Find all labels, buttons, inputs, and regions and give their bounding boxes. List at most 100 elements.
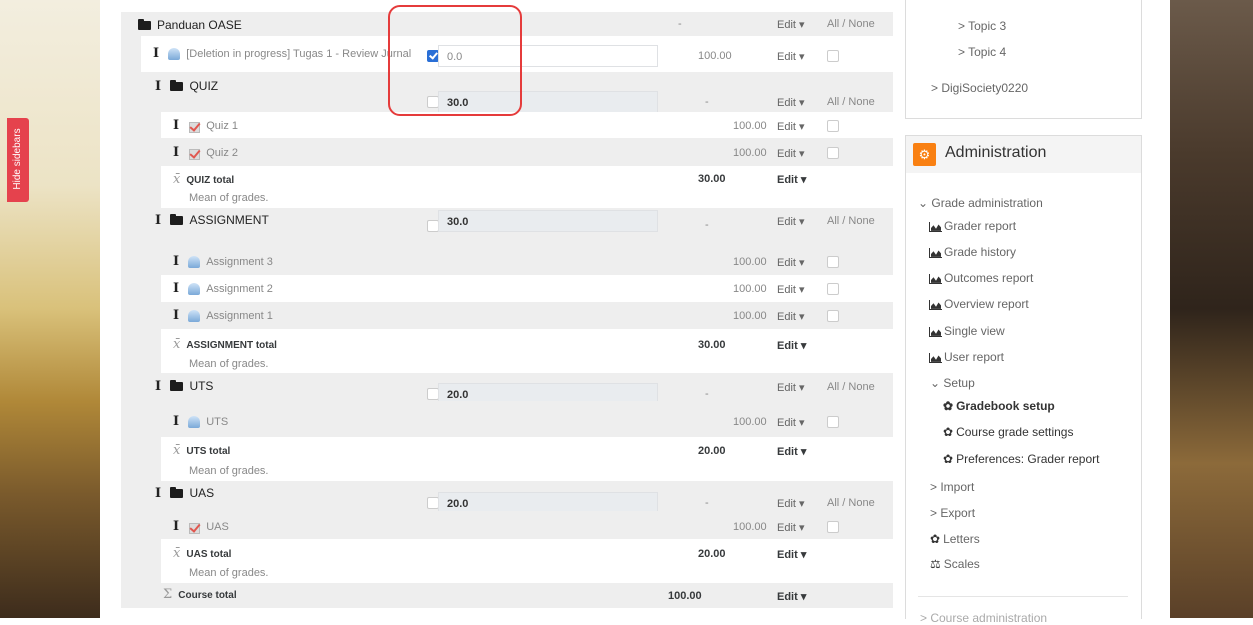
item-edit-menu[interactable]: Edit ▾: [777, 50, 805, 63]
item-edit-menu[interactable]: Edit ▾: [777, 283, 805, 296]
outcomes-report-label: Outcomes report: [944, 271, 1034, 285]
course-all-none-link[interactable]: All / None: [827, 18, 875, 30]
category-all-none-link[interactable]: All / None: [827, 381, 875, 393]
nav-course-grade-settings[interactable]: ✿ Course grade settings: [943, 425, 1073, 439]
quiz-icon: [188, 521, 201, 535]
move-icon[interactable]: I: [173, 308, 179, 323]
gear-icon: ✿: [943, 425, 954, 439]
total-edit-menu[interactable]: Edit ▾: [777, 339, 806, 352]
select-checkbox[interactable]: [827, 521, 839, 533]
nav-export[interactable]: > Export: [930, 506, 975, 520]
total-range: 20.00: [698, 548, 726, 560]
item-edit-menu[interactable]: Edit ▾: [777, 120, 805, 133]
item-name[interactable]: [Deletion in progress] Tugas 1 - Review …: [186, 48, 411, 60]
course-total-row: Σ Course total 100.00 Edit ▾: [121, 583, 893, 608]
item-edit-menu[interactable]: Edit ▾: [777, 256, 805, 269]
report-icon: [929, 247, 942, 258]
nav-overview-report[interactable]: Overview report: [929, 297, 1029, 311]
category-all-none-link[interactable]: All / None: [827, 497, 875, 509]
select-checkbox[interactable]: [827, 283, 839, 295]
move-icon[interactable]: I: [173, 145, 179, 160]
nav-course-administration[interactable]: > Course administration: [920, 611, 1047, 625]
nav-grade-administration[interactable]: ⌄ Grade administration: [918, 196, 1043, 210]
category-edit-menu[interactable]: Edit ▾: [777, 215, 805, 228]
select-checkbox[interactable]: [827, 120, 839, 132]
item-edit-menu[interactable]: Edit ▾: [777, 521, 805, 534]
nav-digisociety[interactable]: > DigiSociety0220: [931, 81, 1028, 95]
nav-letters[interactable]: ✿ Letters: [930, 532, 980, 546]
nav-user-report[interactable]: User report: [929, 350, 1004, 364]
item-name[interactable]: Quiz 1: [206, 120, 238, 132]
item-name[interactable]: Assignment 3: [206, 256, 273, 268]
nav-gradebook-setup[interactable]: ✿ Gradebook setup: [943, 399, 1055, 413]
item-edit-menu[interactable]: Edit ▾: [777, 147, 805, 160]
table-row: I Quiz 2 100.00 Edit ▾: [121, 138, 893, 166]
hide-sidebars-button[interactable]: Hide sidebars: [7, 118, 29, 202]
item-name[interactable]: UTS: [206, 416, 228, 428]
item-edit-menu[interactable]: Edit ▾: [777, 416, 805, 429]
preferences-label: Preferences: Grader report: [956, 452, 1100, 466]
category-edit-menu[interactable]: Edit ▾: [777, 96, 805, 109]
select-checkbox[interactable]: [827, 147, 839, 159]
item-name[interactable]: UAS: [206, 521, 229, 533]
nav-single-view[interactable]: Single view: [929, 324, 1005, 338]
course-total-name: Course total: [178, 590, 237, 601]
assignment-icon: [168, 48, 181, 61]
background-left: [0, 0, 100, 618]
total-edit-menu[interactable]: Edit ▾: [777, 173, 806, 186]
category-edit-menu[interactable]: Edit ▾: [777, 381, 805, 394]
move-icon[interactable]: I: [153, 46, 159, 61]
move-icon[interactable]: I: [173, 118, 179, 133]
move-icon[interactable]: I: [155, 79, 161, 94]
move-icon[interactable]: I: [173, 281, 179, 296]
total-description: Mean of grades.: [189, 192, 269, 204]
category-name: UAS: [189, 486, 215, 500]
item-name[interactable]: Quiz 2: [206, 147, 238, 159]
move-icon[interactable]: I: [155, 486, 161, 501]
administration-icon: ⚙: [913, 143, 936, 166]
category-range: -: [705, 388, 709, 400]
course-grade-settings-label: Course grade settings: [956, 425, 1074, 439]
nav-outcomes-report[interactable]: Outcomes report: [929, 271, 1033, 285]
nav-scales[interactable]: ⚖ Scales: [930, 557, 980, 571]
assignment-category-row: I ASSIGNMENT 30.0 - Edit ▾ All / None: [121, 208, 893, 248]
category-all-none-link[interactable]: All / None: [827, 96, 875, 108]
assignment-icon: [188, 256, 201, 269]
folder-icon: [170, 80, 184, 92]
total-description: Mean of grades.: [189, 567, 269, 579]
setup-label: Setup: [943, 376, 975, 390]
nav-topic-4[interactable]: > Topic 4: [958, 45, 1006, 59]
category-edit-menu[interactable]: Edit ▾: [777, 497, 805, 510]
item-name[interactable]: Assignment 1: [206, 310, 273, 322]
category-range: -: [705, 497, 709, 509]
nav-import[interactable]: > Import: [930, 480, 974, 494]
total-edit-menu[interactable]: Edit ▾: [777, 548, 806, 561]
report-icon: [929, 273, 942, 284]
move-icon[interactable]: I: [173, 519, 179, 534]
nav-grader-report[interactable]: Grader report: [929, 219, 1016, 233]
nav-topic-3[interactable]: > Topic 3: [958, 19, 1006, 33]
select-checkbox[interactable]: [827, 50, 839, 62]
move-icon[interactable]: I: [173, 414, 179, 429]
item-edit-menu[interactable]: Edit ▾: [777, 310, 805, 323]
move-icon[interactable]: I: [173, 254, 179, 269]
move-icon[interactable]: I: [155, 379, 161, 394]
category-all-none-link[interactable]: All / None: [827, 215, 875, 227]
total-name: QUIZ total: [186, 175, 235, 186]
nav-setup[interactable]: ⌄ Setup: [930, 376, 975, 390]
category-range: -: [705, 219, 709, 231]
select-checkbox[interactable]: [827, 256, 839, 268]
weight-input[interactable]: 30.0: [438, 210, 658, 232]
total-edit-menu[interactable]: Edit ▾: [777, 445, 806, 458]
course-total-edit-menu[interactable]: Edit ▾: [777, 590, 806, 603]
item-name[interactable]: Assignment 2: [206, 283, 273, 295]
select-checkbox[interactable]: [827, 310, 839, 322]
folder-icon: [170, 214, 184, 226]
grade-history-label: Grade history: [944, 245, 1017, 259]
nav-grade-history[interactable]: Grade history: [929, 245, 1016, 259]
move-icon[interactable]: I: [155, 213, 161, 228]
nav-preferences-grader-report[interactable]: ✿ Preferences: Grader report: [943, 452, 1099, 466]
report-icon: [929, 352, 942, 363]
course-edit-menu[interactable]: Edit ▾: [777, 18, 805, 31]
select-checkbox[interactable]: [827, 416, 839, 428]
